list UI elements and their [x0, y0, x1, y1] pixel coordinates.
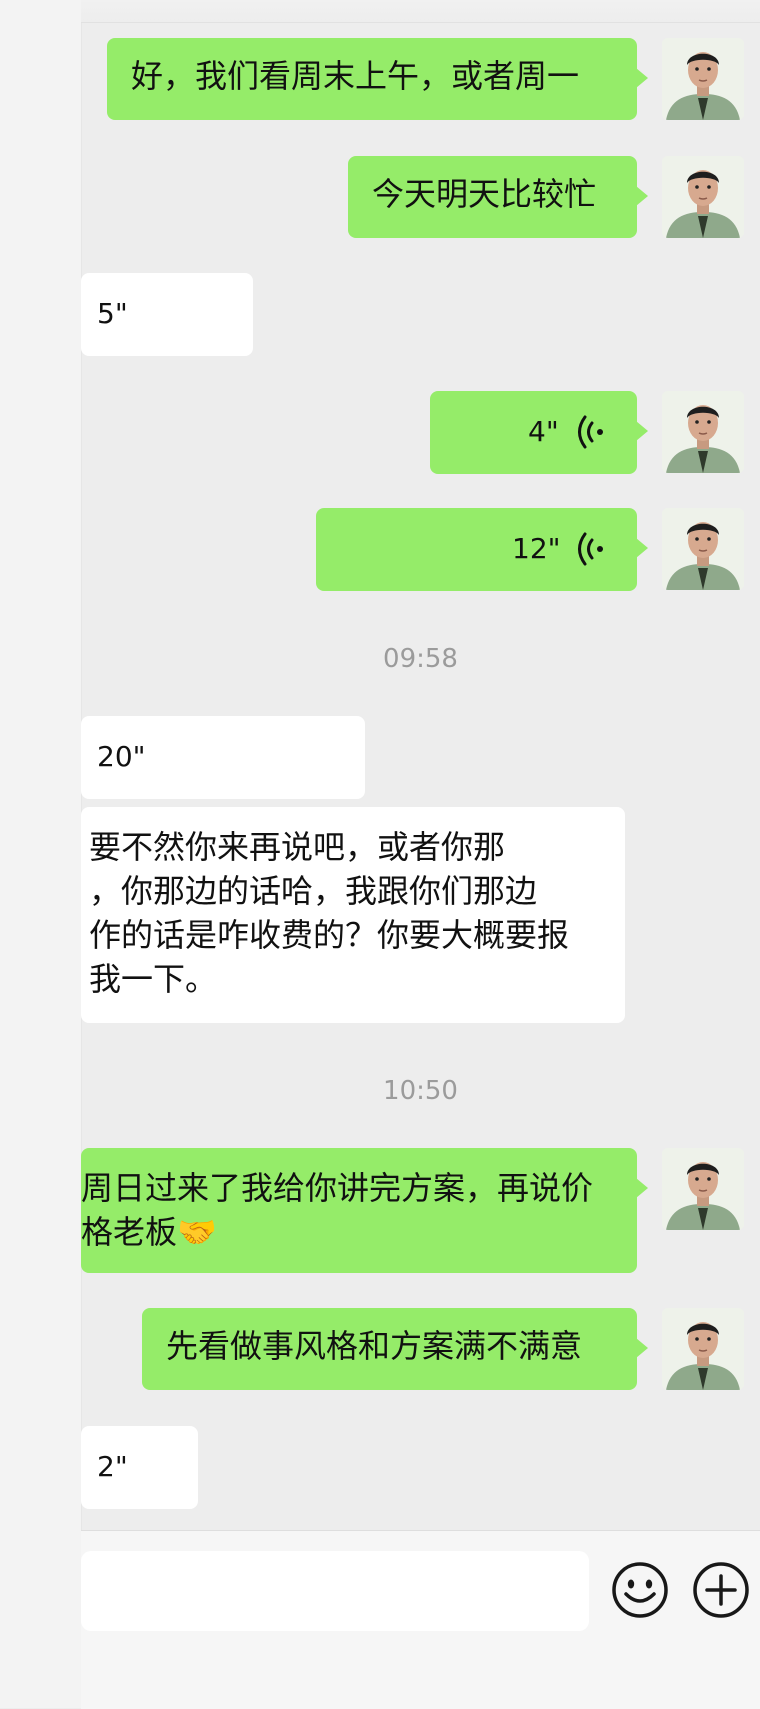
message-line: 作的话是咋收费的？你要大概要报	[89, 916, 570, 954]
text-bubble[interactable]: 周日过来了我给你讲完方案，再说价 格老板🤝	[81, 1148, 648, 1273]
message-text: 先看做事风格和方案满不满意	[166, 1327, 583, 1365]
message-input[interactable]	[81, 1551, 589, 1631]
voice-bubble[interactable]: 12"	[316, 508, 648, 591]
voice-bubble[interactable]: 20"	[81, 716, 365, 799]
message-text: 今天明天比较忙	[372, 175, 597, 213]
user-avatar-icon	[662, 156, 744, 238]
text-bubble[interactable]: 先看做事风格和方案满不满意	[142, 1308, 648, 1390]
voice-duration: 2"	[97, 1450, 128, 1483]
plus-circle-icon[interactable]	[692, 1561, 750, 1619]
user-avatar-icon	[662, 1308, 744, 1390]
input-bar	[81, 1530, 760, 1709]
voice-duration: 4"	[528, 415, 559, 448]
avatar[interactable]	[662, 1308, 744, 1390]
voice-bubble[interactable]: 2"	[81, 1426, 198, 1509]
message-line: ，你那边的话哈，我跟你们那边	[89, 872, 538, 910]
timestamp: 09:58	[383, 644, 458, 674]
voice-bubble[interactable]: 5"	[81, 273, 253, 356]
voice-wave-icon	[578, 415, 603, 449]
voice-wave-icon	[578, 532, 603, 566]
avatar[interactable]	[662, 508, 744, 590]
message-line: 格老板🤝	[81, 1213, 217, 1251]
avatar[interactable]	[662, 38, 744, 120]
timestamp: 10:50	[383, 1076, 458, 1106]
user-avatar-icon	[662, 391, 744, 473]
emoji-smile-icon[interactable]	[611, 1561, 669, 1619]
voice-bubble[interactable]: 4"	[430, 391, 648, 474]
avatar[interactable]	[662, 391, 744, 473]
message-text: 好，我们看周末上午，或者周一	[131, 57, 580, 95]
user-avatar-icon	[662, 508, 744, 590]
user-avatar-icon	[662, 38, 744, 120]
voice-duration: 20"	[97, 740, 146, 773]
avatar[interactable]	[662, 1148, 744, 1230]
avatar[interactable]	[662, 156, 744, 238]
message-line: 我一下。	[89, 960, 218, 998]
chat-area[interactable]: 好，我们看周末上午，或者周一 今天明天比较忙 5" 4" 12" 09:58 2…	[81, 0, 760, 1530]
text-bubble[interactable]: 要不然你来再说吧，或者你那 ，你那边的话哈，我跟你们那边 作的话是咋收费的？你要…	[81, 807, 625, 1023]
message-line: 要不然你来再说吧，或者你那	[89, 828, 506, 866]
voice-duration: 12"	[512, 532, 561, 565]
text-bubble[interactable]: 今天明天比较忙	[348, 156, 648, 238]
text-bubble[interactable]: 好，我们看周末上午，或者周一	[107, 38, 648, 120]
user-avatar-icon	[662, 1148, 744, 1230]
message-line: 周日过来了我给你讲完方案，再说价	[81, 1169, 594, 1207]
left-panel-edge	[0, 0, 82, 1708]
voice-duration: 5"	[97, 297, 128, 330]
